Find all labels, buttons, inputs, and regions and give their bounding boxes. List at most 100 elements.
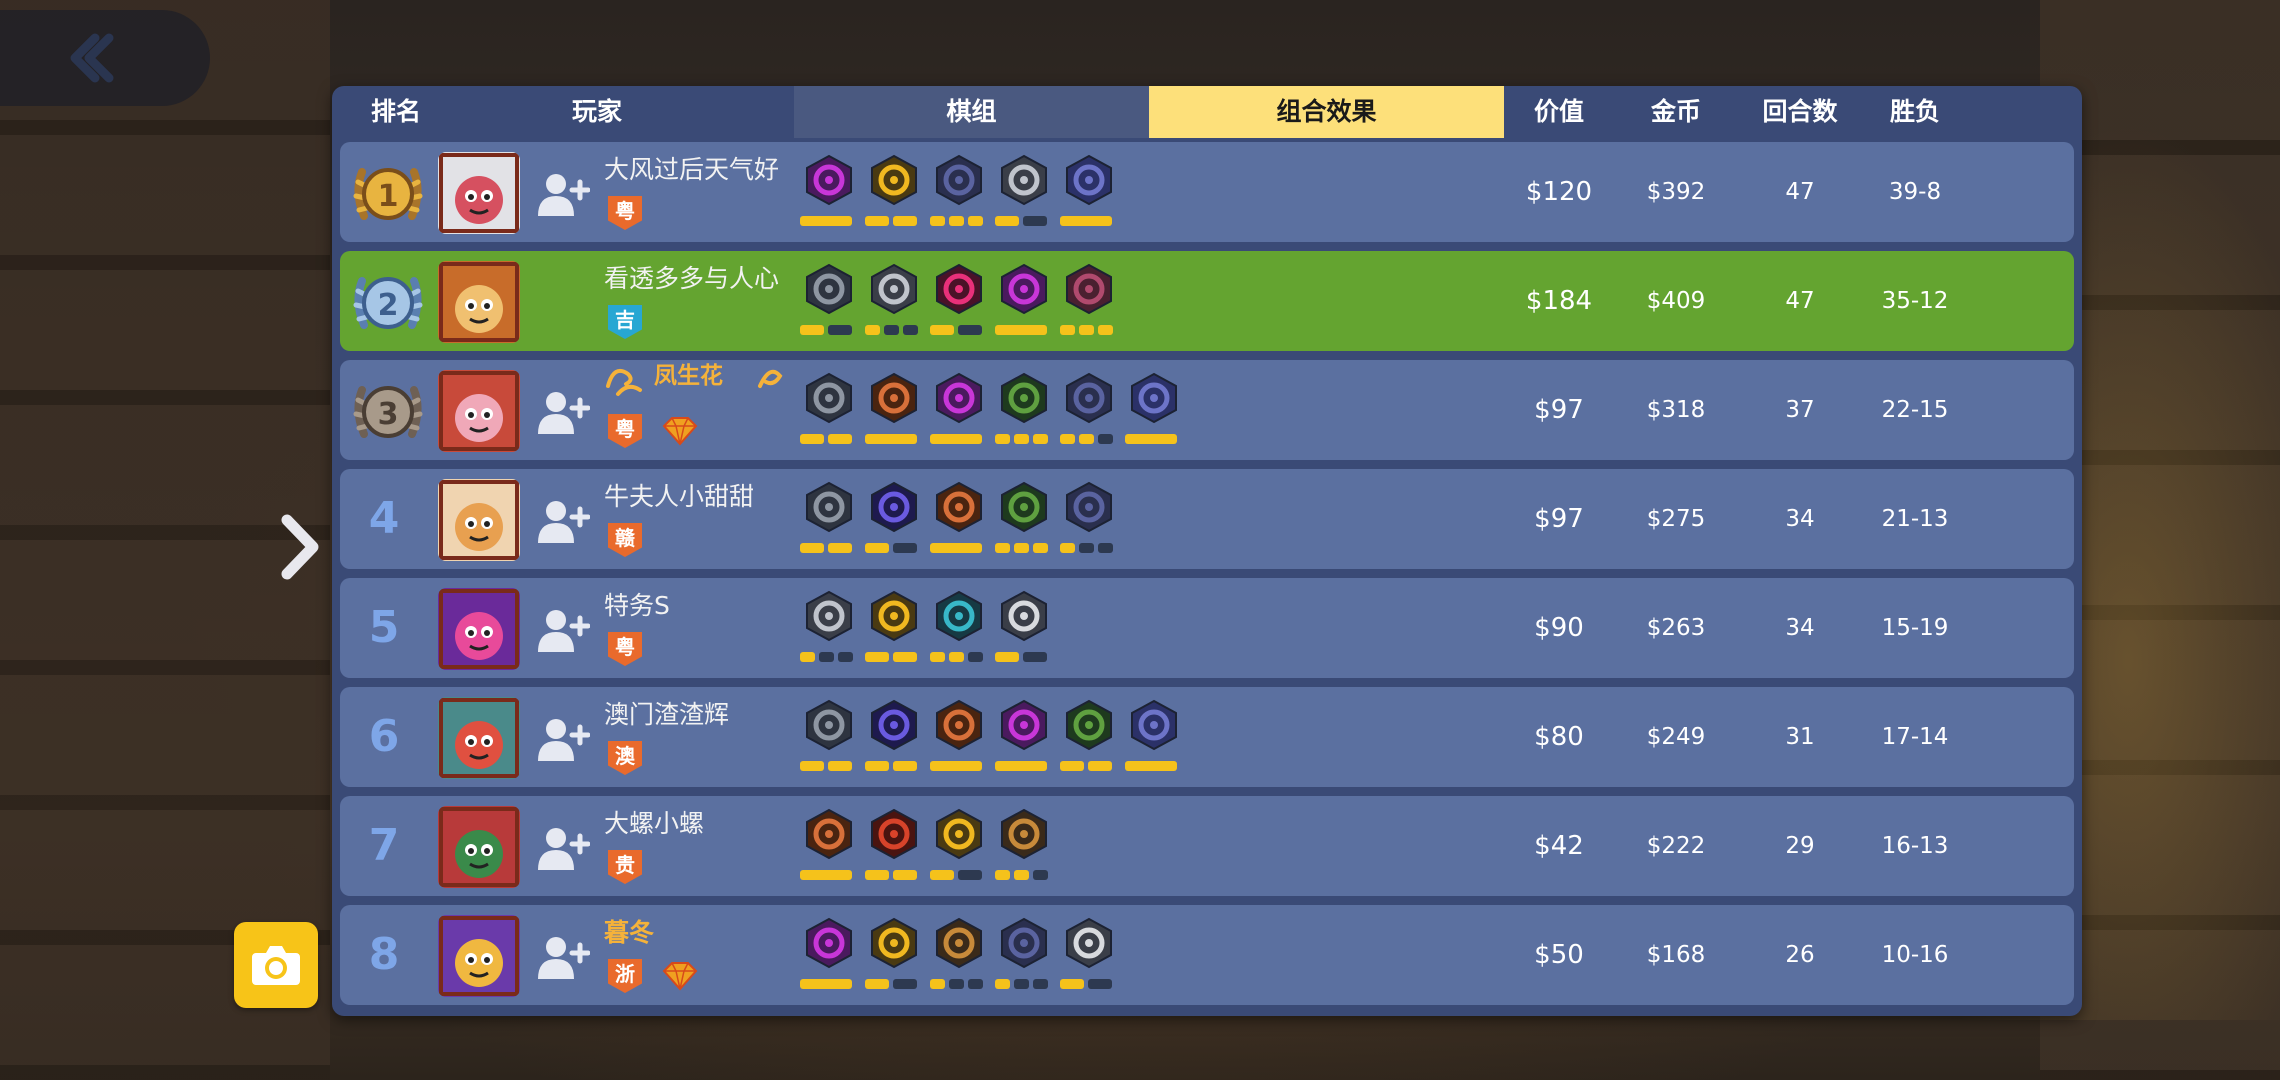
trait-badge[interactable] — [995, 372, 1051, 452]
add-friend-icon[interactable] — [536, 933, 590, 981]
trait-badge[interactable] — [995, 263, 1051, 343]
trait-badge[interactable] — [865, 699, 921, 779]
trait-badge[interactable] — [930, 808, 986, 888]
add-friend-icon[interactable] — [536, 606, 590, 654]
trait-badge[interactable] — [930, 917, 986, 997]
trait-icon — [871, 590, 917, 642]
trait-level-bar — [949, 652, 964, 662]
avatar[interactable] — [438, 479, 520, 561]
trait-badge[interactable] — [800, 808, 856, 888]
avatar[interactable] — [438, 915, 520, 997]
leaderboard-row[interactable]: 8 暮冬浙 $50 $168 26 10-16 — [340, 905, 2074, 1005]
trait-badge[interactable] — [995, 481, 1051, 561]
trait-badge[interactable] — [800, 481, 856, 561]
chevron-right-icon[interactable] — [275, 512, 325, 582]
gold-amount: $263 — [1646, 615, 1706, 641]
avatar[interactable] — [438, 152, 520, 234]
trait-badge[interactable] — [800, 372, 856, 452]
avatar[interactable] — [438, 261, 520, 343]
avatar[interactable] — [438, 806, 520, 888]
add-friend-icon[interactable] — [536, 388, 590, 436]
trait-badge[interactable] — [800, 699, 856, 779]
trait-badge[interactable] — [800, 590, 856, 670]
trait-badge[interactable] — [1125, 699, 1181, 779]
trait-badge[interactable] — [995, 808, 1051, 888]
header-rank: 排名 — [370, 97, 421, 126]
trait-icon — [806, 481, 852, 533]
trait-level-bar — [1079, 543, 1094, 553]
trait-level-bar — [884, 325, 899, 335]
leaderboard-row[interactable]: 1 大风过后天气好粤 $120 $392 47 39-8 — [340, 142, 2074, 242]
trait-badge[interactable] — [865, 917, 921, 997]
win-loss-record: 39-8 — [1888, 179, 1942, 205]
trait-badge[interactable] — [865, 481, 921, 561]
trait-badge[interactable] — [1060, 917, 1116, 997]
tab-lineup[interactable]: 棋组 — [794, 86, 1149, 138]
trait-badge[interactable] — [800, 917, 856, 997]
trait-badge[interactable] — [800, 263, 856, 343]
trait-badge[interactable] — [865, 590, 921, 670]
leaderboard-row[interactable]: 3 凤生花粤 $97 $318 37 22-15 — [340, 360, 2074, 460]
back-button[interactable] — [0, 10, 210, 106]
trait-badge[interactable] — [930, 154, 986, 234]
trait-badge[interactable] — [930, 481, 986, 561]
trait-level-bar — [865, 216, 889, 226]
add-friend-icon[interactable] — [536, 497, 590, 545]
leaderboard-row[interactable]: 6 澳门渣渣辉澳 $80 $249 31 17-14 — [340, 687, 2074, 787]
gold-amount: $168 — [1646, 942, 1706, 968]
trait-icon — [1131, 372, 1177, 424]
trait-badge[interactable] — [1060, 699, 1116, 779]
trait-badge[interactable] — [995, 154, 1051, 234]
add-friend-icon[interactable] — [536, 715, 590, 763]
trait-badge[interactable] — [930, 699, 986, 779]
add-friend-icon[interactable] — [536, 170, 590, 218]
trait-level-bar — [1079, 325, 1094, 335]
trait-level-bar — [1060, 761, 1084, 771]
trait-badge[interactable] — [930, 372, 986, 452]
trait-badge[interactable] — [865, 372, 921, 452]
trait-level-bar — [958, 870, 982, 880]
trait-badge[interactable] — [995, 590, 1051, 670]
leaderboard-row[interactable]: 5 特务S 粤 $90 $263 34 15-19 — [340, 578, 2074, 678]
leaderboard-row[interactable]: 7 大螺小螺贵 $42 $222 29 16-13 — [340, 796, 2074, 896]
leaderboard-row[interactable]: 2 看透多多与人心吉 $184 $409 47 35-12 — [340, 251, 2074, 351]
player-name: 牛夫人小甜甜 — [604, 482, 755, 511]
trait-icon — [936, 808, 982, 860]
avatar[interactable] — [438, 588, 520, 670]
trait-badge[interactable] — [865, 808, 921, 888]
rank-number: 6 — [368, 711, 400, 762]
trait-level-bar — [995, 870, 1010, 880]
win-loss-record: 16-13 — [1881, 833, 1949, 859]
trait-badge[interactable] — [1060, 372, 1116, 452]
round-count: 26 — [1785, 942, 1815, 968]
trait-level-bar — [865, 761, 889, 771]
trait-level-bar — [995, 761, 1047, 771]
leaderboard-row[interactable]: 4 牛夫人小甜甜赣 $97 $275 34 21-13 — [340, 469, 2074, 569]
trait-badge[interactable] — [865, 263, 921, 343]
trait-badge[interactable] — [1125, 372, 1181, 452]
round-count: 31 — [1785, 724, 1815, 750]
screenshot-button[interactable] — [234, 922, 318, 1008]
trait-icon — [936, 154, 982, 206]
trait-badge[interactable] — [995, 699, 1051, 779]
trait-level-bar — [930, 761, 982, 771]
player-name: 暮冬 — [604, 918, 655, 947]
trait-icon — [1066, 263, 1112, 315]
trait-level-bar — [930, 434, 982, 444]
trait-badge[interactable] — [1060, 481, 1116, 561]
add-friend-icon[interactable] — [536, 824, 590, 872]
avatar[interactable] — [438, 697, 520, 779]
trait-badge[interactable] — [800, 154, 856, 234]
win-loss-record: 22-15 — [1881, 397, 1949, 423]
trait-badge[interactable] — [1060, 154, 1116, 234]
trait-badge[interactable] — [865, 154, 921, 234]
trait-icon — [871, 699, 917, 751]
trait-badge[interactable] — [930, 263, 986, 343]
region-badge: 澳 — [608, 741, 642, 775]
trait-badge[interactable] — [995, 917, 1051, 997]
trait-badge[interactable] — [930, 590, 986, 670]
trait-badge[interactable] — [1060, 263, 1116, 343]
win-loss-record: 10-16 — [1881, 942, 1949, 968]
tab-combo-effects[interactable]: 组合效果 — [1149, 86, 1504, 138]
avatar[interactable] — [438, 370, 520, 452]
